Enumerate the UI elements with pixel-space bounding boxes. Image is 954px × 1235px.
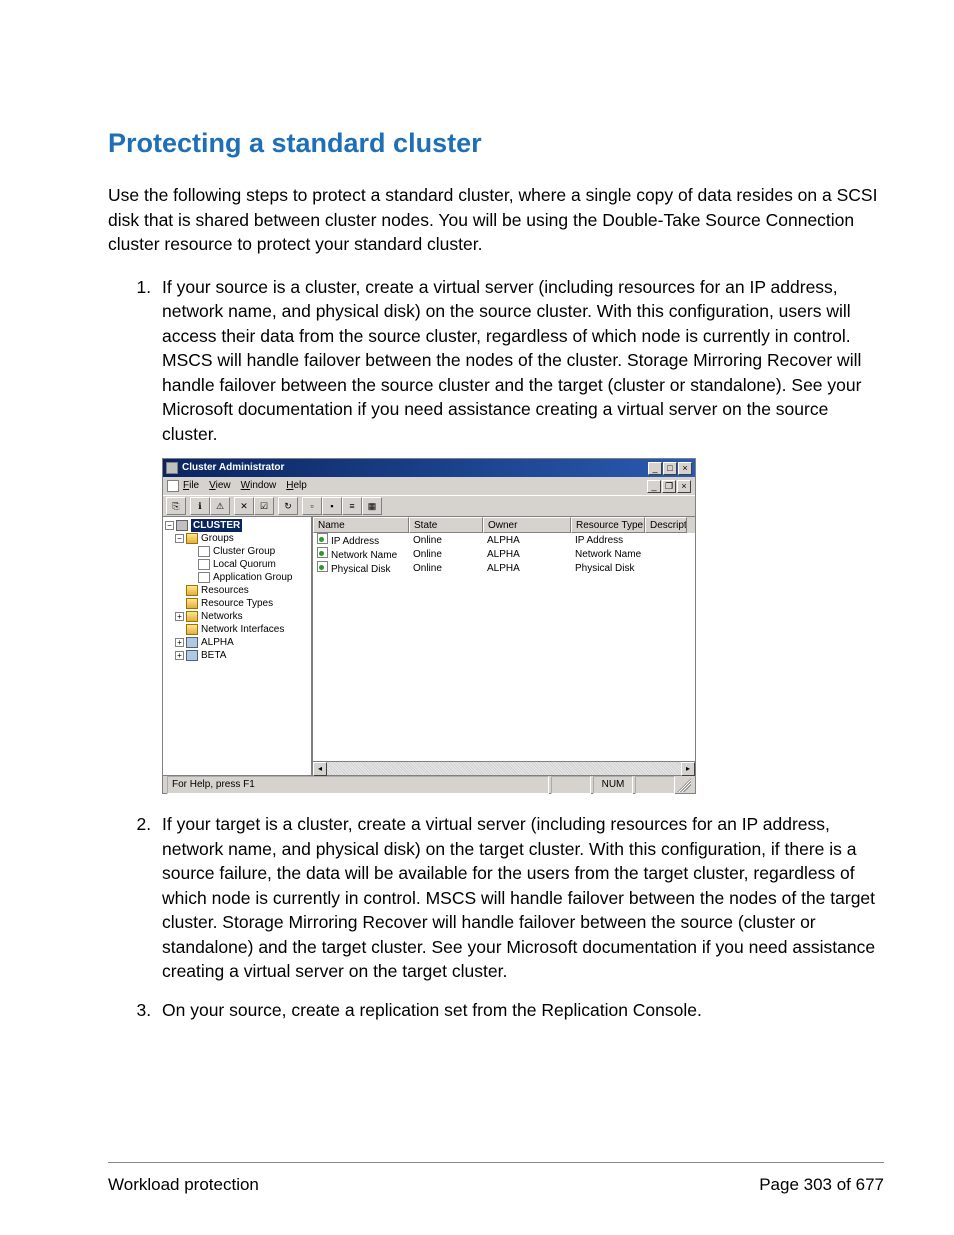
- group-icon: [198, 572, 210, 583]
- step-1-text: If your source is a cluster, create a vi…: [162, 277, 861, 444]
- intro-paragraph: Use the following steps to protect a sta…: [108, 183, 884, 257]
- status-empty-1: [551, 776, 591, 794]
- col-state[interactable]: State: [409, 517, 483, 533]
- mdi-child-buttons: _ ❐ ×: [647, 480, 691, 493]
- resource-icon: [317, 533, 328, 544]
- col-type[interactable]: Resource Type: [571, 517, 645, 533]
- toolbar-button-9[interactable]: ≡: [342, 497, 362, 515]
- group-icon: [198, 546, 210, 557]
- list-row[interactable]: Network Name Online ALPHA Network Name: [313, 548, 695, 562]
- menu-file[interactable]: File: [183, 479, 199, 493]
- cluster-icon: [176, 520, 188, 531]
- folder-icon: [186, 611, 198, 622]
- mdi-doc-icon: [167, 480, 179, 492]
- cell-owner: ALPHA: [483, 548, 571, 562]
- window-buttons: _ □ ×: [648, 462, 692, 475]
- col-desc[interactable]: Descript: [645, 517, 687, 533]
- resource-list: Name State Owner Resource Type Descript …: [313, 517, 695, 775]
- tree-resources[interactable]: Resources: [201, 584, 249, 597]
- menu-bar: File View Window Help _ ❐ ×: [163, 477, 695, 495]
- menu-help[interactable]: Help: [286, 479, 307, 493]
- computer-icon: [186, 650, 198, 661]
- status-help: For Help, press F1: [167, 776, 549, 794]
- page-footer: Workload protection Page 303 of 677: [108, 1162, 884, 1195]
- tree-local-quorum[interactable]: Local Quorum: [213, 558, 276, 571]
- folder-open-icon: [186, 533, 198, 544]
- status-bar: For Help, press F1 NUM: [163, 775, 695, 793]
- cell-state: Online: [409, 534, 483, 548]
- toolbar: ⎘ ℹ ⚠ ✕ ☑ ↻ ▫ ▪ ≡ ▦: [163, 495, 695, 517]
- cell-state: Online: [409, 548, 483, 562]
- toolbar-button-7[interactable]: ▫: [302, 497, 322, 515]
- toolbar-button-10[interactable]: ▦: [362, 497, 382, 515]
- list-header: Name State Owner Resource Type Descript: [313, 517, 695, 533]
- scroll-track[interactable]: [327, 762, 681, 775]
- app-icon: [166, 462, 178, 474]
- mdi-minimize-button[interactable]: _: [647, 480, 661, 493]
- tree-resource-types[interactable]: Resource Types: [201, 597, 273, 610]
- toolbar-button-2[interactable]: ℹ: [190, 497, 210, 515]
- cell-name: Network Name: [331, 550, 397, 561]
- mdi-close-button[interactable]: ×: [677, 480, 691, 493]
- scroll-left-button[interactable]: ◂: [313, 762, 327, 776]
- scroll-right-button[interactable]: ▸: [681, 762, 695, 776]
- menu-view[interactable]: View: [209, 479, 231, 493]
- cell-name: IP Address: [331, 536, 379, 547]
- window-body: −CLUSTER −Groups Cluster Group Local Quo…: [163, 517, 695, 775]
- cell-name: Physical Disk: [331, 564, 390, 575]
- steps-list: If your source is a cluster, create a vi…: [108, 275, 884, 1023]
- folder-icon: [186, 585, 198, 596]
- toolbar-button-3[interactable]: ⚠: [210, 497, 230, 515]
- tree-cluster-group[interactable]: Cluster Group: [213, 545, 275, 558]
- page-heading: Protecting a standard cluster: [108, 128, 884, 159]
- minimize-button[interactable]: _: [648, 462, 662, 475]
- folder-icon: [186, 624, 198, 635]
- tree-alpha[interactable]: ALPHA: [201, 636, 234, 649]
- close-button[interactable]: ×: [678, 462, 692, 475]
- tree-groups[interactable]: Groups: [201, 532, 234, 545]
- cell-state: Online: [409, 562, 483, 576]
- group-icon: [198, 559, 210, 570]
- resource-icon: [317, 561, 328, 572]
- status-empty-2: [635, 776, 675, 794]
- cluster-tree[interactable]: −CLUSTER −Groups Cluster Group Local Quo…: [163, 517, 313, 775]
- cell-owner: ALPHA: [483, 562, 571, 576]
- toolbar-button-5[interactable]: ☑: [254, 497, 274, 515]
- computer-icon: [186, 637, 198, 648]
- col-name[interactable]: Name: [313, 517, 409, 533]
- cell-type: Network Name: [571, 548, 645, 562]
- footer-page: Page 303 of 677: [759, 1175, 884, 1195]
- resource-icon: [317, 547, 328, 558]
- toolbar-button-1[interactable]: ⎘: [166, 497, 186, 515]
- menu-window[interactable]: Window: [241, 479, 277, 493]
- footer-section: Workload protection: [108, 1175, 259, 1195]
- tree-application-group[interactable]: Application Group: [213, 571, 293, 584]
- list-rows: IP Address Online ALPHA IP Address Netwo…: [313, 533, 695, 577]
- mdi-restore-button[interactable]: ❐: [662, 480, 676, 493]
- folder-icon: [186, 598, 198, 609]
- toolbar-button-8[interactable]: ▪: [322, 497, 342, 515]
- cell-type: Physical Disk: [571, 562, 645, 576]
- tree-network-interfaces[interactable]: Network Interfaces: [201, 623, 284, 636]
- toolbar-button-6[interactable]: ↻: [278, 497, 298, 515]
- step-3: On your source, create a replication set…: [156, 998, 884, 1023]
- cell-owner: ALPHA: [483, 534, 571, 548]
- horizontal-scrollbar[interactable]: ◂ ▸: [313, 761, 695, 775]
- window-titlebar[interactable]: Cluster Administrator _ □ ×: [163, 459, 695, 477]
- status-num: NUM: [593, 776, 633, 794]
- step-1: If your source is a cluster, create a vi…: [156, 275, 884, 795]
- tree-beta[interactable]: BETA: [201, 649, 226, 662]
- col-owner[interactable]: Owner: [483, 517, 571, 533]
- resize-grip-icon[interactable]: [677, 778, 691, 792]
- step-2: If your target is a cluster, create a vi…: [156, 812, 884, 984]
- cell-type: IP Address: [571, 534, 645, 548]
- cluster-admin-window: Cluster Administrator _ □ × File View Wi…: [162, 458, 696, 794]
- list-row[interactable]: IP Address Online ALPHA IP Address: [313, 534, 695, 548]
- tree-networks[interactable]: Networks: [201, 610, 243, 623]
- maximize-button[interactable]: □: [663, 462, 677, 475]
- list-row[interactable]: Physical Disk Online ALPHA Physical Disk: [313, 562, 695, 576]
- window-title: Cluster Administrator: [182, 461, 648, 475]
- toolbar-button-4[interactable]: ✕: [234, 497, 254, 515]
- tree-root[interactable]: CLUSTER: [191, 519, 242, 532]
